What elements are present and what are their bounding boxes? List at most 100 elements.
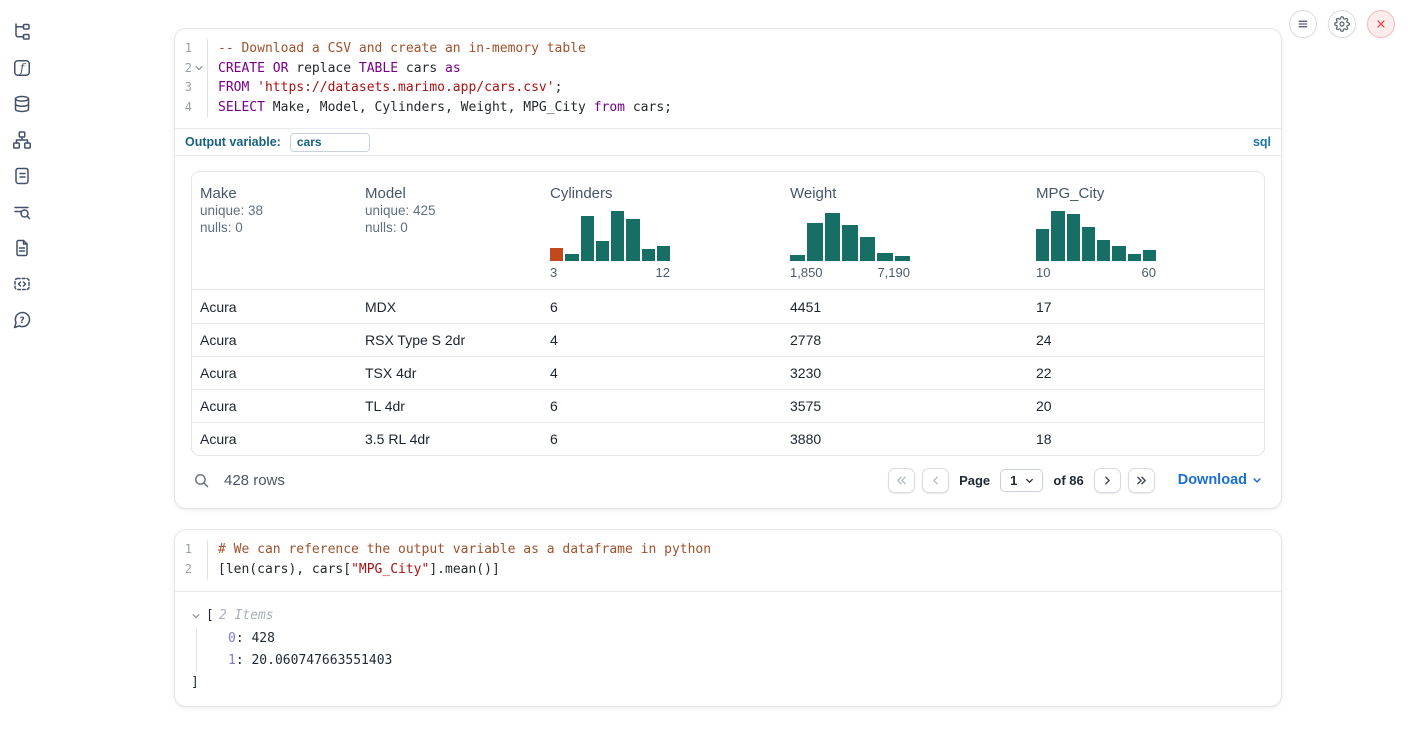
- column-stat: nulls: 0: [365, 219, 534, 236]
- histogram-bar[interactable]: [1097, 240, 1110, 261]
- code-line[interactable]: 1# We can reference the output variable …: [175, 540, 1281, 560]
- code-line[interactable]: 3FROM 'https://datasets.marimo.app/cars.…: [175, 78, 1281, 98]
- column-header-Make[interactable]: Makeunique: 38nulls: 0: [192, 172, 357, 289]
- output-variable-input[interactable]: [290, 133, 370, 152]
- settings-button[interactable]: [1328, 10, 1356, 38]
- histogram-bar[interactable]: [565, 254, 578, 261]
- scroll-icon: [12, 166, 32, 186]
- code-line[interactable]: 2CREATE OR replace TABLE cars as: [175, 59, 1281, 79]
- python-cell: 1# We can reference the output variable …: [174, 529, 1282, 706]
- line-number: 2: [175, 59, 208, 79]
- python-code-editor[interactable]: 1# We can reference the output variable …: [175, 530, 1281, 590]
- file-text-icon: [12, 238, 32, 258]
- histogram-bar[interactable]: [626, 219, 639, 261]
- line-number: 2: [175, 560, 208, 580]
- table-row[interactable]: Acura3.5 RL 4dr6388018: [192, 422, 1264, 455]
- first-page-button[interactable]: [888, 468, 915, 493]
- code-line[interactable]: 4SELECT Make, Model, Cylinders, Weight, …: [175, 98, 1281, 118]
- page-select-value: 1: [1010, 473, 1017, 488]
- histogram-bar[interactable]: [860, 237, 875, 261]
- close-button[interactable]: [1367, 10, 1395, 38]
- last-page-button[interactable]: [1128, 468, 1155, 493]
- svg-text:f: f: [19, 61, 27, 75]
- column-name: MPG_City: [1036, 185, 1256, 202]
- chevrons-left-icon: [895, 474, 908, 487]
- histogram-max-label: 12: [656, 265, 670, 280]
- table-row[interactable]: AcuraTL 4dr6357520: [192, 389, 1264, 422]
- sidebar-item-logs[interactable]: [12, 202, 32, 222]
- table-cell: 4: [542, 332, 782, 348]
- histogram-bar[interactable]: [1112, 246, 1125, 261]
- histogram-max-label: 7,190: [877, 265, 910, 280]
- sidebar-item-datasources[interactable]: [12, 94, 32, 114]
- tree-entry: 1: 20.060747663551403: [228, 650, 1265, 672]
- sidebar-item-scratchpad[interactable]: [12, 166, 32, 186]
- next-page-button[interactable]: [1094, 468, 1121, 493]
- histogram-bar[interactable]: [790, 255, 805, 261]
- table-cell: 2778: [782, 332, 1028, 348]
- table-body: AcuraMDX6445117AcuraRSX Type S 2dr427782…: [192, 290, 1264, 455]
- network-icon: [12, 130, 32, 150]
- histogram-bar[interactable]: [1036, 229, 1049, 261]
- histogram-bar[interactable]: [1082, 227, 1095, 261]
- menu-icon: [1295, 16, 1311, 32]
- column-header-MPG_City[interactable]: MPG_City1060: [1028, 172, 1264, 289]
- fold-chevron-icon[interactable]: [192, 62, 205, 75]
- column-header-Cylinders[interactable]: Cylinders312: [542, 172, 782, 289]
- histogram-bar[interactable]: [1051, 211, 1064, 261]
- sql-cell: 1-- Download a CSV and create an in-memo…: [174, 28, 1282, 509]
- column-stat: unique: 425: [365, 202, 534, 219]
- histogram-bar[interactable]: [642, 249, 655, 261]
- column-header-Model[interactable]: Modelunique: 425nulls: 0: [357, 172, 542, 289]
- notebook: 1-- Download a CSV and create an in-memo…: [174, 28, 1282, 707]
- histogram-bar[interactable]: [1128, 254, 1141, 261]
- sidebar-item-snippets[interactable]: [12, 274, 32, 294]
- histogram-Weight: 1,850 7,190: [790, 211, 910, 280]
- sidebar-item-file-explorer[interactable]: [12, 22, 32, 42]
- histogram-bar[interactable]: [895, 256, 910, 261]
- tree-collapse-chevron-icon[interactable]: [191, 611, 201, 621]
- prev-page-button[interactable]: [922, 468, 949, 493]
- column-header-Weight[interactable]: Weight1,8507,190: [782, 172, 1028, 289]
- line-number: 4: [175, 98, 208, 118]
- code-line[interactable]: 1-- Download a CSV and create an in-memo…: [175, 39, 1281, 59]
- sidebar-item-documentation[interactable]: [12, 238, 32, 258]
- histogram-bar[interactable]: [657, 246, 670, 261]
- histogram-bar[interactable]: [596, 241, 609, 261]
- sidebar-item-functions[interactable]: f: [12, 58, 32, 78]
- histogram-bar[interactable]: [1143, 250, 1156, 261]
- sidebar: f ?: [0, 0, 44, 729]
- table-row[interactable]: AcuraMDX6445117: [192, 290, 1264, 323]
- histogram-min-label: 1,850: [790, 265, 823, 280]
- histogram-bar[interactable]: [877, 253, 892, 261]
- tree-entry: 0: 428: [228, 628, 1265, 650]
- histogram-bar[interactable]: [825, 213, 840, 261]
- search-icon[interactable]: [193, 472, 210, 489]
- page-total-label: of 86: [1053, 473, 1083, 488]
- output-variable-label: Output variable:: [185, 135, 281, 149]
- histogram-min-label: 10: [1036, 265, 1050, 280]
- histogram-bar[interactable]: [611, 211, 624, 261]
- code-line[interactable]: 2[len(cars), cars["MPG_City"].mean()]: [175, 560, 1281, 580]
- table-cell: 3880: [782, 431, 1028, 447]
- column-name: Model: [365, 185, 534, 202]
- tree-items-count: 2 Items: [219, 606, 274, 626]
- sql-code-editor[interactable]: 1-- Download a CSV and create an in-memo…: [175, 29, 1281, 128]
- sidebar-item-help[interactable]: ?: [12, 310, 32, 330]
- histogram-bar[interactable]: [1067, 214, 1080, 261]
- sidebar-item-dependency-graph[interactable]: [12, 130, 32, 150]
- histogram-bar[interactable]: [550, 248, 563, 261]
- table-row[interactable]: AcuraTSX 4dr4323022: [192, 356, 1264, 389]
- chevron-down-icon: [1251, 474, 1263, 486]
- table-cell: 6: [542, 299, 782, 315]
- download-button[interactable]: Download: [1178, 472, 1263, 488]
- histogram-bar[interactable]: [581, 216, 594, 261]
- table-cell: 3575: [782, 398, 1028, 414]
- menu-button[interactable]: [1289, 10, 1317, 38]
- histogram-bar[interactable]: [807, 223, 822, 261]
- page-select[interactable]: 1: [1000, 469, 1043, 492]
- histogram-bar[interactable]: [842, 225, 857, 261]
- table-row[interactable]: AcuraRSX Type S 2dr4277824: [192, 323, 1264, 356]
- table-cell: TL 4dr: [357, 398, 542, 414]
- table-cell: 18: [1028, 431, 1264, 447]
